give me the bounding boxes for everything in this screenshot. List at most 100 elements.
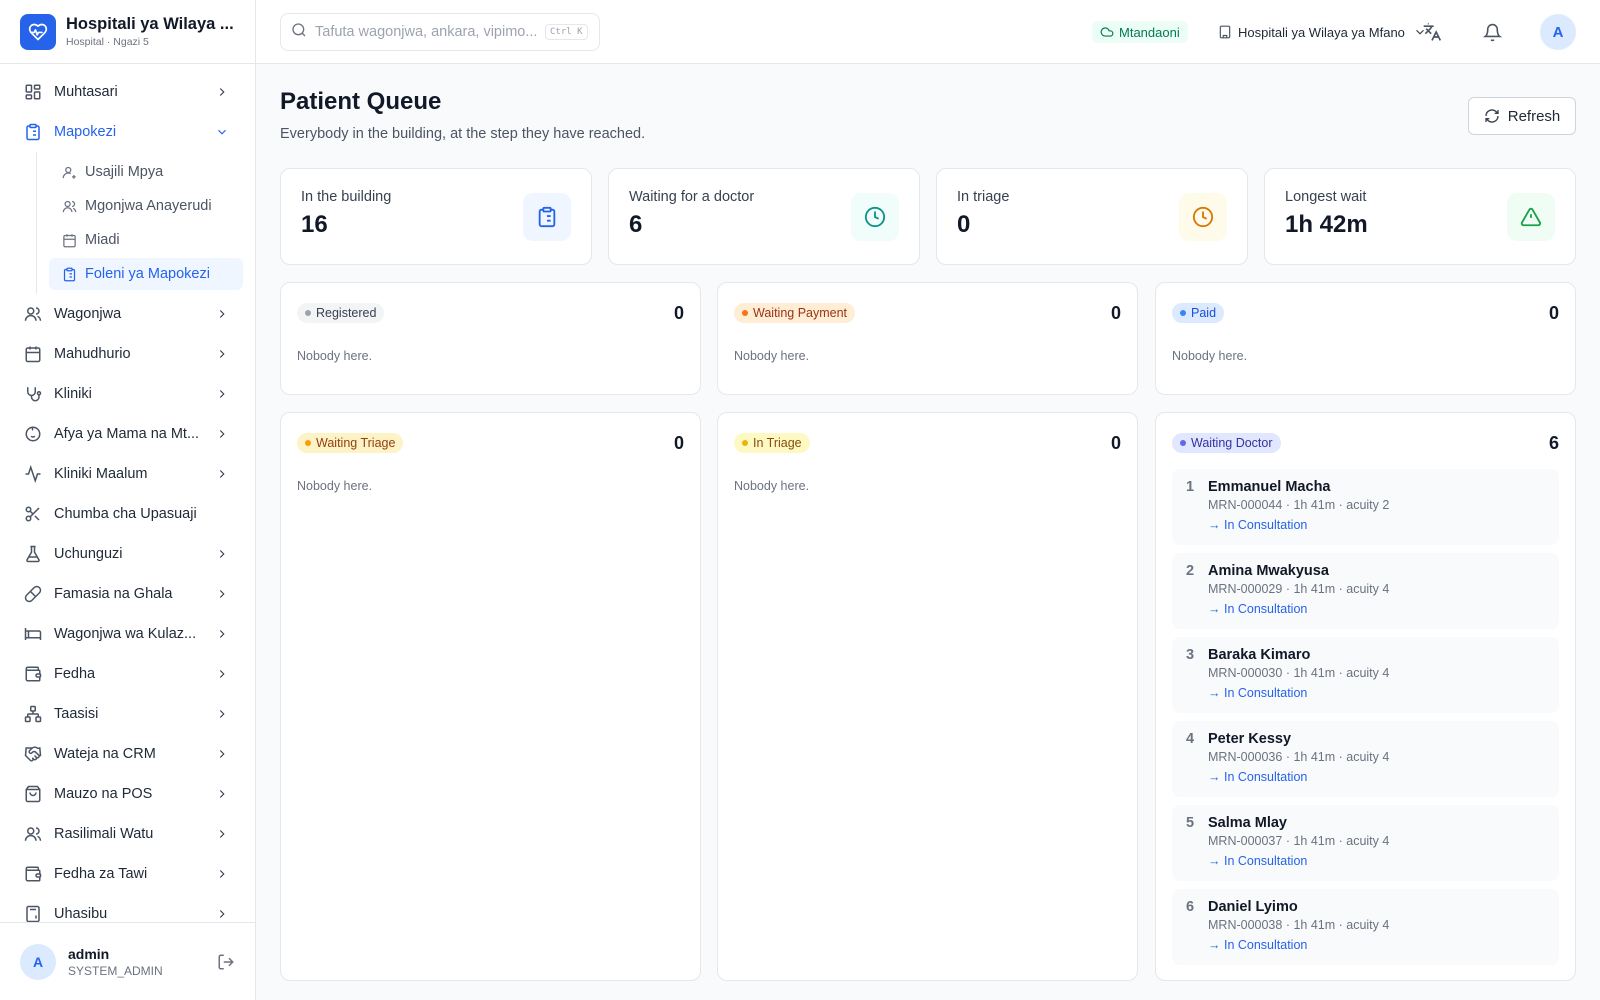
patient-list: 1 Emmanuel Macha MRN-000044 · 1h 41m · a… [1172, 469, 1559, 965]
sidebar-item-fedha[interactable]: Fedha [0, 654, 255, 694]
sidebar-subitem-usajili-mpya[interactable]: Usajili Mpya [49, 156, 243, 188]
column-count: 0 [673, 433, 684, 453]
clipboard-icon [24, 123, 42, 141]
empty-message: Nobody here. [734, 349, 810, 363]
chevron-right-icon [219, 790, 225, 798]
patient-card[interactable]: 1 Emmanuel Macha MRN-000044 · 1h 41m · a… [1172, 469, 1559, 545]
advance-link[interactable]: → In Consultation [1208, 938, 1547, 952]
search-box: Ctrl K [280, 13, 600, 51]
column-count: 0 [1548, 303, 1559, 323]
advance-link[interactable]: → In Consultation [1208, 602, 1547, 616]
refresh-label: Refresh [1507, 107, 1561, 125]
sidebar-item-label: Mauzo na POS [54, 786, 153, 802]
advance-link[interactable]: → In Consultation [1208, 686, 1547, 700]
status-badge: Registered [297, 303, 385, 323]
refresh-button[interactable]: Refresh [1468, 97, 1576, 135]
sidebar-item-mauzo-na-pos[interactable]: Mauzo na POS [0, 774, 255, 814]
sidebar-item-kliniki[interactable]: Kliniki [0, 374, 255, 414]
alert-triangle-icon [1507, 193, 1555, 241]
empty-message: Nobody here. [297, 349, 373, 363]
avatar[interactable]: A [20, 943, 56, 980]
patient-card[interactable]: 3 Baraka Kimaro MRN-000030 · 1h 41m · ac… [1172, 637, 1559, 713]
heart-pulse-icon [20, 13, 56, 50]
sidebar-item-fedha-za-tawi[interactable]: Fedha za Tawi [0, 854, 255, 894]
sidebar-subitem-label: Foleni ya Mapokezi [85, 266, 210, 282]
sidebar-item-uchunguzi[interactable]: Uchunguzi [0, 534, 255, 574]
search-shortcut: Ctrl K [545, 24, 588, 40]
sidebar-item-mapokezi[interactable]: Mapokezi [0, 112, 255, 152]
search-icon [291, 22, 307, 43]
advance-link[interactable]: → In Consultation [1208, 518, 1547, 532]
sidebar-nav: Muhtasari Mapokezi Usajili Mpya Mgonjwa … [0, 64, 255, 934]
patient-meta: MRN-000029 · 1h 41m · acuity 4 [1208, 582, 1390, 596]
sidebar-item-mahudhurio[interactable]: Mahudhurio [0, 334, 255, 374]
flask-icon [24, 545, 42, 563]
facility-label: Hospitali ya Wilaya ya Mfano [1238, 24, 1405, 40]
bell-icon[interactable] [1480, 20, 1504, 44]
pill-icon [24, 585, 42, 603]
sidebar-item-afya-ya-mama[interactable]: Afya ya Mama na Mt... [0, 414, 255, 454]
queue-column-waiting-payment: Waiting Payment 0 Nobody here. [717, 282, 1138, 395]
calendar-icon [24, 345, 42, 363]
stat-card-waiting-doctor: Waiting for a doctor 6 [608, 168, 920, 265]
patient-card[interactable]: 4 Peter Kessy MRN-000036 · 1h 41m · acui… [1172, 721, 1559, 797]
advance-link[interactable]: → In Consultation [1208, 770, 1547, 784]
brand-subtitle: Hospital · Ngazi 5 [66, 36, 149, 48]
sidebar-item-taasisi[interactable]: Taasisi [0, 694, 255, 734]
advance-link[interactable]: → In Consultation [1208, 854, 1547, 868]
sidebar-item-label: Fedha [54, 666, 96, 682]
patient-meta: MRN-000030 · 1h 41m · acuity 4 [1208, 666, 1390, 680]
refresh-icon [1485, 109, 1499, 123]
stethoscope-icon [24, 385, 42, 403]
stat-card-longest-wait: Longest wait 1h 42m [1264, 168, 1576, 265]
patient-name: Emmanuel Macha [1208, 479, 1331, 495]
patient-name: Daniel Lyimo [1208, 899, 1298, 915]
patient-card[interactable]: 6 Daniel Lyimo MRN-000038 · 1h 41m · acu… [1172, 889, 1559, 965]
sidebar-item-label: Wateja na CRM [54, 746, 156, 762]
chevron-right-icon [219, 470, 225, 478]
patient-meta: MRN-000044 · 1h 41m · acuity 2 [1208, 498, 1390, 512]
status-badge: Waiting Payment [734, 303, 856, 323]
chevron-right-icon [219, 310, 225, 318]
sidebar-item-rasilimali-watu[interactable]: Rasilimali Watu [0, 814, 255, 854]
status-badge: Waiting Triage [297, 433, 404, 453]
column-count: 0 [1110, 433, 1121, 453]
search-input[interactable] [315, 24, 545, 40]
header-avatar[interactable]: A [1540, 14, 1576, 50]
sidebar-item-famasia-na-ghala[interactable]: Famasia na Ghala [0, 574, 255, 614]
chevron-right-icon [219, 550, 225, 558]
bed-icon [24, 625, 42, 643]
facility-selector[interactable]: Hospitali ya Wilaya ya Mfano [1218, 21, 1433, 43]
sidebar-item-wateja-na-crm[interactable]: Wateja na CRM [0, 734, 255, 774]
activity-icon [24, 465, 42, 483]
building-icon [1219, 25, 1231, 39]
chevron-right-icon [219, 390, 225, 398]
chevron-down-icon [218, 129, 226, 135]
patient-card[interactable]: 5 Salma Mlay MRN-000037 · 1h 41m · acuit… [1172, 805, 1559, 881]
sidebar-subitem-label: Mgonjwa Anayerudi [85, 198, 212, 214]
sidebar-item-muhtasari[interactable]: Muhtasari [0, 72, 255, 112]
brand[interactable]: Hospitali ya Wilaya ... Hospital · Ngazi… [0, 0, 255, 64]
translate-icon[interactable] [1420, 20, 1444, 44]
status-label: Mtandaoni [1119, 24, 1180, 40]
sidebar-item-wagonjwa[interactable]: Wagonjwa [0, 294, 255, 334]
page-subtitle: Everybody in the building, at the step t… [280, 126, 646, 142]
queue-position: 1 [1186, 479, 1195, 495]
sidebar-item-label: Fedha za Tawi [54, 866, 148, 882]
sidebar-item-chumba-cha-upasuaji[interactable]: Chumba cha Upasuaji [0, 494, 255, 534]
sidebar-subitem-foleni-ya-mapokezi[interactable]: Foleni ya Mapokezi [49, 258, 243, 290]
patient-name: Salma Mlay [1208, 815, 1287, 831]
chevron-right-icon [219, 710, 225, 718]
sidebar-subitem-label: Miadi [85, 232, 120, 248]
sidebar-item-kliniki-maalum[interactable]: Kliniki Maalum [0, 454, 255, 494]
sidebar-subitem-miadi[interactable]: Miadi [49, 224, 243, 256]
patient-meta: MRN-000038 · 1h 41m · acuity 4 [1208, 918, 1390, 932]
logout-icon[interactable] [217, 953, 235, 976]
sidebar-item-label: Chumba cha Upasuaji [54, 506, 197, 522]
clock-icon [851, 193, 899, 241]
sidebar-subitem-mgonjwa-anayerudi[interactable]: Mgonjwa Anayerudi [49, 190, 243, 222]
queue-position: 4 [1186, 731, 1195, 747]
wallet-icon [24, 865, 42, 883]
patient-card[interactable]: 2 Amina Mwakyusa MRN-000029 · 1h 41m · a… [1172, 553, 1559, 629]
sidebar-item-wagonjwa-wa-kulazwa[interactable]: Wagonjwa wa Kulaz... [0, 614, 255, 654]
